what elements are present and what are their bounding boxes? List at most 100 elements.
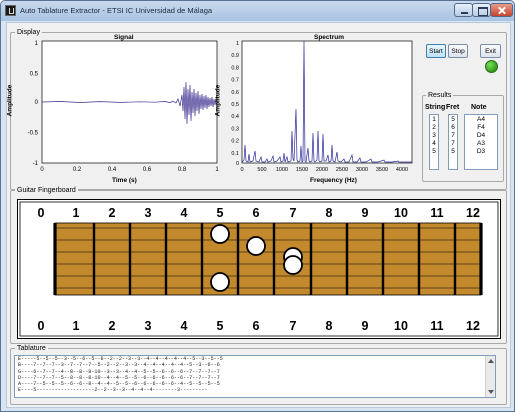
fret-value: 7: [451, 140, 455, 147]
fret-number-bottom: 7: [290, 319, 297, 333]
finger-position-marker: [210, 272, 230, 292]
tablature-textbox[interactable]: E-----5--5--5--3--5--6--5--8--2--2--3--3…: [14, 355, 496, 398]
note-value: A3: [477, 140, 485, 147]
string-listbox[interactable]: 1 2 3 4 5: [429, 114, 439, 170]
note-listbox[interactable]: A4 F4 D4 A3 D3: [464, 114, 498, 170]
spectrum-ytick: 0.5: [231, 102, 239, 108]
spectrum-ytick: 0: [236, 161, 239, 167]
signal-xtick: 1: [215, 167, 219, 173]
string-value: 3: [432, 132, 436, 139]
signal-xtick: 0: [40, 167, 44, 173]
results-panel-title: Results: [426, 91, 454, 100]
spectrum-xlabel: Frequency (Hz): [310, 177, 357, 184]
spectrum-ytick: 0.6: [231, 90, 239, 96]
fret-number-bottom: 11: [430, 319, 443, 333]
fret-number-bottom: 12: [466, 319, 480, 333]
display-panel: Display Signal Amplitude 1 0.5 0 -0.5 -1…: [6, 28, 507, 190]
fret-value: 5: [451, 116, 455, 123]
spectrum-ytick: 0.2: [231, 139, 239, 145]
fret-listbox[interactable]: 5 6 7 7 5: [448, 114, 458, 170]
signal-xlabel: Time (s): [112, 177, 137, 184]
signal-xtick: 0.8: [178, 167, 187, 173]
spectrum-x-ticks: 0 500 1000 1500 2000 2500 3000 3500 4000: [240, 167, 408, 173]
fret-number-bottom: 2: [109, 319, 116, 333]
note-column-header: Note: [471, 104, 487, 111]
signal-ylabel: Amplitude: [6, 84, 14, 117]
title-bar[interactable]: Auto Tablature Extractor - ETSI IC Unive…: [1, 1, 514, 21]
scroll-down-arrow-icon[interactable]: [488, 390, 494, 394]
signal-ytick: -1: [33, 161, 39, 167]
fret-value: 5: [451, 148, 455, 155]
fingerboard-wood: [54, 222, 482, 296]
signal-ytick: 0.5: [30, 72, 39, 78]
signal-x-ticks: 0 0.2 0.4 0.6 0.8 1: [40, 167, 219, 173]
tablature-panel-title: Tablature: [15, 344, 48, 353]
fret-number-bottom: 0: [38, 319, 45, 333]
spectrum-xtick: 1500: [296, 167, 308, 173]
fret-number-bottom: 8: [326, 319, 333, 333]
signal-xtick: 0.2: [73, 167, 82, 173]
spectrum-xtick: 3500: [376, 167, 388, 173]
scroll-up-arrow-icon[interactable]: [488, 359, 494, 363]
spectrum-ytick: 0.9: [231, 53, 239, 59]
fret-value: 7: [451, 132, 455, 139]
spectrum-axes-frame: [241, 40, 413, 164]
fret-number-top: 9: [362, 206, 369, 220]
spectrum-ytick: 0.1: [231, 151, 239, 157]
string-value: 4: [432, 140, 436, 147]
finger-position-marker: [246, 236, 266, 256]
fret-number-top: 11: [430, 206, 443, 220]
stop-button[interactable]: Stop: [448, 44, 468, 58]
spectrum-xtick: 0: [240, 167, 243, 173]
spectrum-plot: 1 0.9 0.8 0.7 0.6 0.5 0.4 0.3 0.2 0.1 0 …: [231, 40, 413, 173]
fret-number-top: 8: [326, 206, 333, 220]
spectrum-xtick: 2000: [316, 167, 328, 173]
fret-column-header: Fret: [446, 104, 460, 111]
fret-number-top: 0: [38, 206, 45, 220]
fret-number-top: 2: [109, 206, 116, 220]
matlab-app-icon: [5, 5, 16, 16]
signal-xtick: 0.6: [143, 167, 152, 173]
maximize-button[interactable]: [472, 3, 491, 17]
finger-position-marker: [210, 224, 230, 244]
tablature-scrollbar[interactable]: [485, 356, 495, 397]
note-value: D3: [476, 148, 486, 155]
fret-number-bottom: 10: [394, 319, 408, 333]
fret-number-bottom: 9: [362, 319, 369, 333]
spectrum-ytick: 0.3: [231, 126, 239, 132]
fret-number-top: 1: [73, 206, 80, 220]
fret-number-top: 3: [145, 206, 152, 220]
finger-position-marker: [283, 255, 303, 275]
fret-number-top: 5: [217, 206, 224, 220]
spectrum-xtick: 2500: [336, 167, 348, 173]
string-column-header: String: [425, 104, 446, 111]
fret-number-bottom: 1: [73, 319, 80, 333]
fret-number-top: 10: [394, 206, 408, 220]
spectrum-xtick: 4000: [396, 167, 408, 173]
note-value: F4: [477, 124, 485, 131]
spectrum-xtick: 1000: [276, 167, 288, 173]
close-button[interactable]: [490, 3, 513, 17]
client-area: Display Signal Amplitude 1 0.5 0 -0.5 -1…: [6, 22, 511, 408]
window-title: Auto Tablature Extractor - ETSI IC Unive…: [20, 6, 213, 15]
results-panel: Results String Fret Note 1 2 3 4 5 5 6 7…: [422, 91, 504, 182]
spectrum-xtick: 500: [257, 167, 266, 173]
spectrum-ytick: 0.7: [231, 78, 239, 84]
spectrum-xtick: 3000: [356, 167, 368, 173]
fret-number-top: 6: [253, 206, 260, 220]
string-value: 2: [432, 124, 436, 131]
exit-button[interactable]: Exit: [480, 44, 501, 58]
app-window: Auto Tablature Extractor - ETSI IC Unive…: [0, 0, 515, 412]
fret-number-top: 12: [466, 206, 480, 220]
signal-ytick: 1: [35, 41, 39, 47]
minimize-button[interactable]: [454, 3, 473, 17]
fret-value: 6: [451, 124, 455, 131]
start-button[interactable]: Start: [426, 44, 446, 58]
display-panel-title: Display: [15, 28, 42, 37]
fingerboard-panel: Guitar Fingerboard 0 1 2 3 4 5 6 7 8 9 10 11 12 0123…: [10, 186, 507, 344]
guitar-fingerboard: 0 1 2 3 4 5 6 7 8 9 10 11 12 0 1 2 3 4 5 6 7 8 9 10 11 12: [17, 199, 501, 339]
fret-number-top: 7: [290, 206, 297, 220]
spectrum-ytick: 0.4: [231, 114, 239, 120]
signal-plot: 1 0.5 0 -0.5 -1 0 0.2 0.4 0.6 0.8 1: [28, 40, 219, 173]
fret-number-top: 4: [181, 206, 188, 220]
